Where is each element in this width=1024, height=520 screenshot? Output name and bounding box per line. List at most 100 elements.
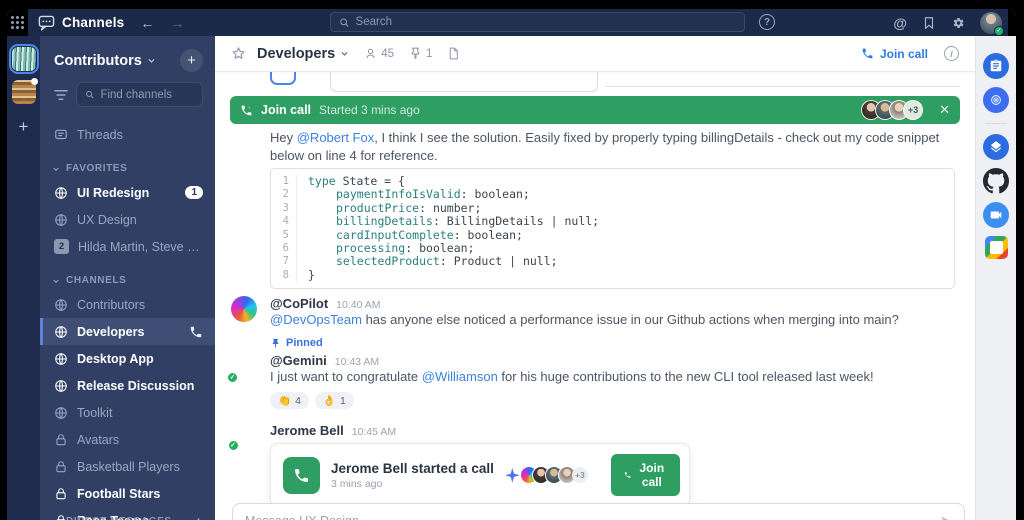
channel-files[interactable] bbox=[447, 47, 460, 60]
add-workspace-button[interactable]: + bbox=[19, 117, 29, 137]
sender-name[interactable]: Jerome Bell bbox=[270, 423, 344, 438]
phone-icon bbox=[624, 472, 631, 478]
member-count[interactable]: 45 bbox=[364, 47, 394, 60]
jerome-avatar[interactable]: ✓ bbox=[227, 423, 257, 452]
create-channel-button[interactable]: + bbox=[180, 49, 203, 72]
add-dm-button[interactable]: + bbox=[195, 514, 203, 520]
banner-close-icon[interactable]: ✕ bbox=[939, 102, 950, 118]
message-timestamp: 10:40 AM bbox=[336, 299, 381, 312]
dm-member-count: 2 bbox=[54, 239, 69, 254]
code-snippet[interactable]: 1 type State = { 2 paymentInfoIsValid: boo… bbox=[270, 168, 955, 290]
message-timestamp: 10:43 AM bbox=[334, 356, 380, 369]
header-join-call-button[interactable]: Join call bbox=[861, 47, 928, 61]
forward-arrow-icon[interactable]: → bbox=[170, 15, 184, 31]
channels-logo-icon bbox=[38, 15, 55, 31]
global-search-input[interactable] bbox=[355, 16, 736, 28]
sphere-app-icon[interactable] bbox=[983, 87, 1009, 113]
workspace-tile-1[interactable] bbox=[8, 43, 39, 75]
sidebar-item-basketball-players[interactable]: Basketball Players bbox=[40, 453, 215, 480]
phone-icon bbox=[862, 48, 873, 59]
global-search[interactable] bbox=[330, 12, 745, 32]
mention-williamson[interactable]: @Williamson bbox=[422, 369, 498, 384]
chevron-down-icon bbox=[341, 51, 348, 56]
call-banner[interactable]: Join call Started 3 mins ago +3 ✕ bbox=[230, 96, 960, 124]
pinned-count[interactable]: 1 bbox=[409, 47, 432, 60]
sidebar-item-football-stars[interactable]: Football Stars bbox=[40, 480, 215, 507]
sidebar-item-dm-group[interactable]: 2 Hilda Martin, Steve M... bbox=[40, 233, 215, 260]
chevron-down-icon bbox=[53, 167, 59, 171]
sender-name[interactable]: @CoPilot bbox=[270, 296, 328, 311]
message-gemini: ✓ @Gemini 10:43 AM I just want to congra… bbox=[227, 353, 960, 410]
channel-header: Developers 45 1 Join call i bbox=[215, 36, 975, 72]
back-arrow-icon[interactable]: ← bbox=[140, 15, 154, 31]
mention-devopsteam[interactable]: @DevOpsTeam bbox=[270, 312, 362, 327]
section-favorites[interactable]: FAVORITES bbox=[40, 148, 215, 179]
sidebar-item-toolkit[interactable]: Toolkit bbox=[40, 399, 215, 426]
threads-icon bbox=[55, 129, 67, 139]
card-join-call-button[interactable]: Join call bbox=[610, 454, 680, 497]
call-card: Jerome Bell started a call 3 mins ago +3 bbox=[270, 443, 690, 508]
github-icon[interactable] bbox=[983, 168, 1009, 194]
message-input[interactable] bbox=[245, 514, 940, 520]
message-scroll-area[interactable]: Join call Started 3 mins ago +3 ✕ Hey @R… bbox=[215, 72, 975, 520]
sidebar-item-contributors[interactable]: Contributors bbox=[40, 291, 215, 318]
pinned-indicator[interactable]: Pinned bbox=[270, 337, 960, 349]
help-icon[interactable]: ? bbox=[759, 14, 775, 30]
chevron-down-icon bbox=[53, 279, 59, 283]
channel-info-icon[interactable]: i bbox=[944, 46, 959, 61]
find-channels-search[interactable] bbox=[76, 82, 203, 107]
favorite-star-icon[interactable] bbox=[231, 46, 246, 61]
sidebar-item-developers[interactable]: Developers bbox=[40, 318, 215, 345]
reaction-ok-hand[interactable]: 👌 1 bbox=[314, 392, 354, 410]
sender-name[interactable]: @Gemini bbox=[270, 353, 327, 368]
layers-app-icon[interactable] bbox=[983, 134, 1009, 160]
members-icon bbox=[366, 48, 375, 58]
user-avatar[interactable]: ✓ bbox=[980, 11, 1004, 36]
gemini-avatar[interactable]: ✓ bbox=[227, 353, 257, 384]
filter-icon[interactable] bbox=[54, 89, 68, 101]
workspace-switcher[interactable]: Contributors bbox=[54, 53, 156, 69]
message-jerome: ✓ Jerome Bell 10:45 AM Jerome Bell start… bbox=[227, 423, 960, 508]
workspace-name: Contributors bbox=[54, 52, 142, 69]
sidebar-item-desktop-app[interactable]: Desktop App bbox=[40, 345, 215, 372]
call-tile-icon bbox=[283, 456, 320, 494]
mentions-icon[interactable]: @ bbox=[893, 15, 907, 31]
document-icon bbox=[450, 47, 459, 60]
send-icon[interactable]: ➤ bbox=[939, 512, 952, 520]
find-channels-input[interactable] bbox=[100, 88, 194, 101]
app-grid-icon[interactable] bbox=[11, 16, 24, 29]
calendar-app-icon[interactable] bbox=[984, 236, 1008, 259]
workspace-tile-2[interactable] bbox=[11, 78, 38, 104]
channel-title[interactable]: Developers bbox=[257, 46, 349, 62]
section-channels[interactable]: CHANNELS bbox=[40, 260, 215, 291]
topbar-actions: @ ✓ bbox=[893, 9, 1004, 36]
message-composer[interactable]: ➤ bbox=[232, 503, 965, 520]
tasks-app-icon[interactable] bbox=[983, 53, 1009, 79]
mention-robert-fox[interactable]: @Robert Fox bbox=[297, 130, 375, 145]
search-icon bbox=[340, 17, 349, 27]
topbar-right-cap bbox=[1008, 9, 1016, 36]
video-app-icon[interactable] bbox=[983, 202, 1009, 228]
pin-icon bbox=[272, 338, 279, 348]
message-text: Hey @Robert Fox, I think I see the solut… bbox=[270, 130, 940, 163]
sidebar-item-avatars[interactable]: Avatars bbox=[40, 426, 215, 453]
message-copilot: @CoPilot 10:40 AM @DevOpsTeam has anyone… bbox=[230, 296, 960, 329]
call-participants: +3 bbox=[504, 466, 588, 485]
scrolled-message-fragment-card bbox=[330, 72, 598, 92]
call-card-title: Jerome Bell started a call bbox=[331, 460, 494, 476]
gear-icon[interactable] bbox=[951, 16, 965, 30]
banner-join-call-label[interactable]: Join call bbox=[261, 103, 311, 117]
banner-participant-avatars: +3 bbox=[861, 100, 924, 120]
reaction-clap[interactable]: 👏 4 bbox=[270, 392, 309, 410]
card-more-participants: +3 bbox=[571, 467, 588, 484]
section-direct-messages[interactable]: DIRECT MESSAGES + bbox=[40, 514, 215, 520]
globe-icon bbox=[55, 352, 67, 365]
sidebar-item-ui-redesign[interactable]: UI Redesign 1 bbox=[40, 179, 215, 206]
copilot-avatar[interactable] bbox=[230, 296, 257, 323]
sidebar-item-threads[interactable]: Threads bbox=[40, 121, 215, 148]
sidebar-item-ux-design[interactable]: UX Design bbox=[40, 206, 215, 233]
lock-icon bbox=[56, 433, 66, 445]
bookmark-icon[interactable] bbox=[922, 16, 936, 30]
call-card-time: 3 mins ago bbox=[331, 477, 383, 490]
sidebar-item-release-discussion[interactable]: Release Discussion bbox=[40, 372, 215, 399]
